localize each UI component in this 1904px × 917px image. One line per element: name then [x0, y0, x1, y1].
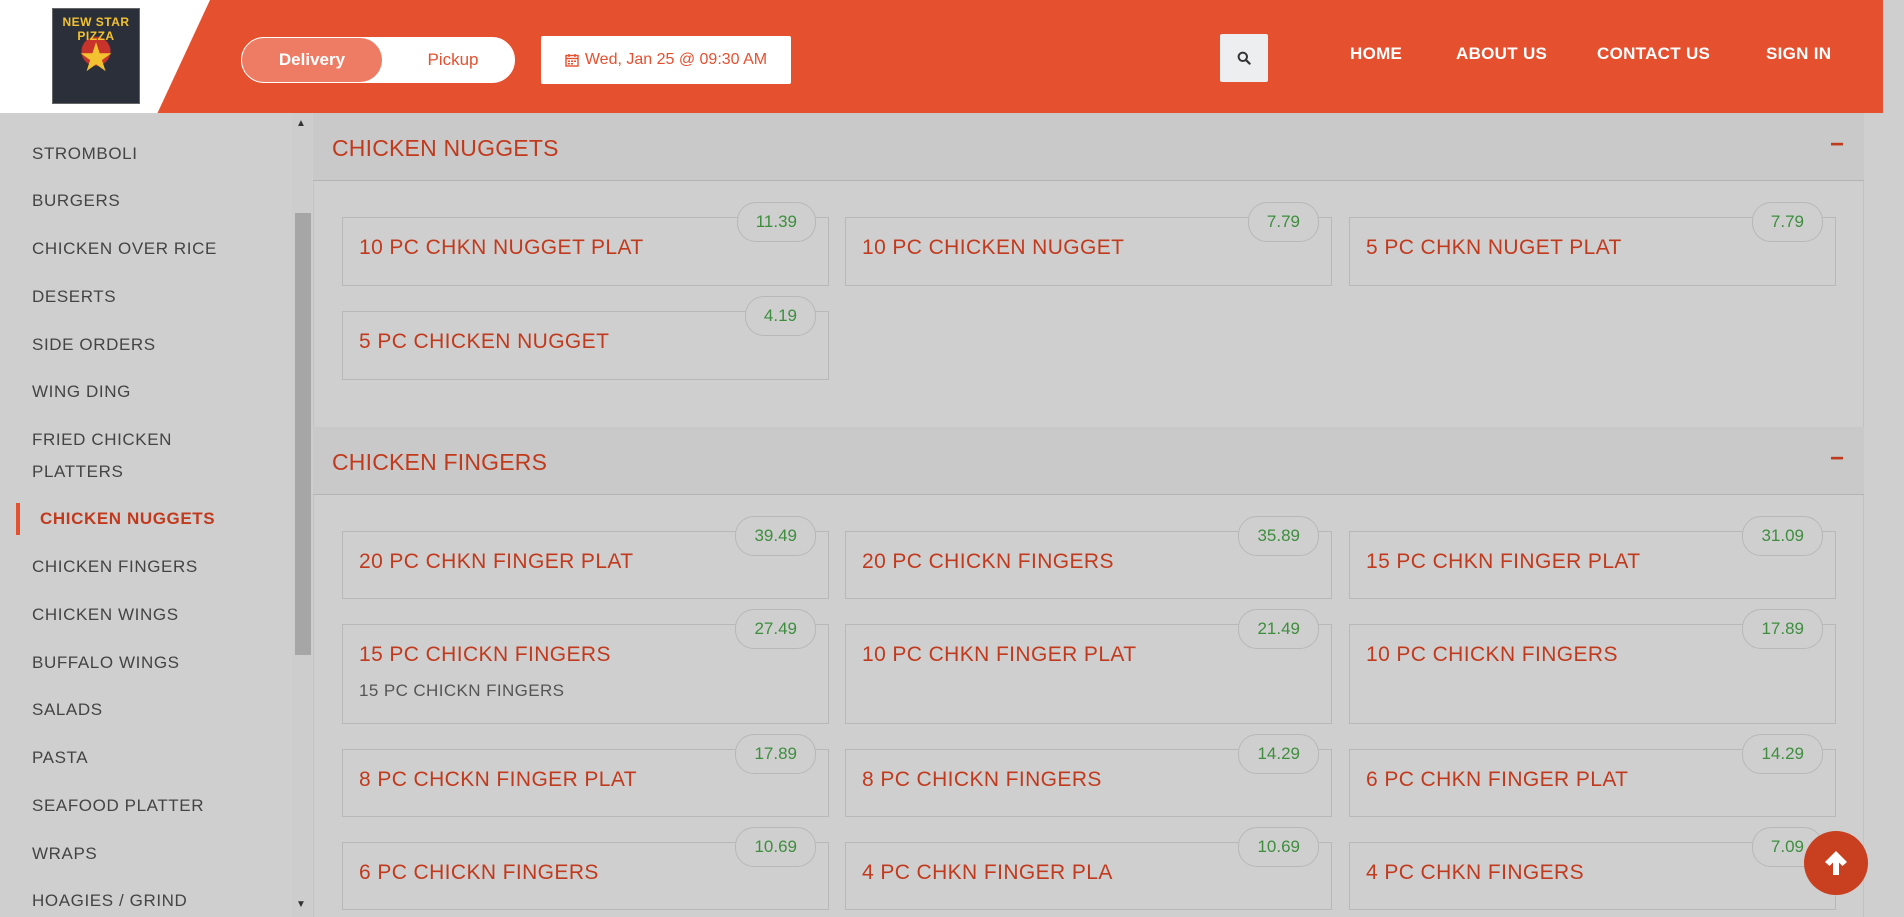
- menu-item-card[interactable]: 8 PC CHICKN FINGERS 14.29: [845, 734, 1332, 817]
- item-name: 8 PC CHCKN FINGER PLAT: [359, 768, 637, 791]
- item-name: 5 PC CHICKEN NUGGET: [359, 330, 610, 353]
- price-badge: 10.69: [1238, 827, 1319, 867]
- price-badge: 4.19: [744, 296, 816, 336]
- price-badge: 17.89: [735, 734, 816, 774]
- item-name: 10 PC CHKN NUGGET PLAT: [359, 236, 644, 259]
- item-name: 15 PC CHICKN FINGERS: [359, 643, 611, 666]
- category-sidebar: STROMBOLI BURGERS CHICKEN OVER RICE DESE…: [0, 113, 292, 917]
- section-body-chicken-fingers: 20 PC CHKN FINGER PLAT 39.49 20 PC CHICK…: [313, 495, 1864, 917]
- price-badge: 14.29: [1238, 734, 1319, 774]
- sidebar-item-buffalo-wings[interactable]: BUFFALO WINGS: [32, 647, 180, 679]
- price-badge: 39.49: [735, 516, 816, 556]
- sidebar-item-wraps[interactable]: WRAPS: [32, 838, 97, 870]
- delivery-option[interactable]: Delivery: [242, 38, 382, 82]
- logo[interactable]: NEW STAR PIZZA ★: [52, 8, 140, 104]
- sidebar-item-burgers[interactable]: BURGERS: [32, 185, 120, 217]
- item-name: 4 PC CHKN FINGER PLA: [862, 861, 1113, 884]
- item-description: 15 PC CHICKN FINGERS: [359, 681, 565, 700]
- pickup-option[interactable]: Pickup: [391, 38, 515, 82]
- sidebar-item-wing-ding[interactable]: WING DING: [32, 376, 131, 408]
- arrow-up-icon: [1825, 851, 1847, 875]
- price-badge: 17.89: [1742, 609, 1823, 649]
- nav-sign-in[interactable]: SIGN IN: [1766, 44, 1831, 64]
- item-name: 20 PC CHKN FINGER PLAT: [359, 550, 634, 573]
- menu-item-card[interactable]: 4 PC CHKN FINGER PLA 10.69: [845, 827, 1332, 910]
- top-header: NEW STAR PIZZA ★ Delivery Pickup Wed, Ja…: [0, 0, 1883, 113]
- order-mode-toggle[interactable]: Delivery Pickup: [240, 36, 516, 84]
- minus-icon[interactable]: −: [1830, 445, 1844, 473]
- order-datetime-button[interactable]: Wed, Jan 25 @ 09:30 AM: [541, 36, 791, 84]
- price-badge: 31.09: [1742, 516, 1823, 556]
- item-name: 10 PC CHICKEN NUGGET: [862, 236, 1125, 259]
- sidebar-item-chicken-fingers[interactable]: CHICKEN FINGERS: [32, 551, 198, 583]
- price-badge: 11.39: [736, 202, 816, 242]
- menu-item-card[interactable]: 8 PC CHCKN FINGER PLAT 17.89: [342, 734, 829, 817]
- datetime-label: Wed, Jan 25 @ 09:30 AM: [584, 51, 768, 68]
- menu-item-card[interactable]: 4 PC CHKN FINGERS 7.09: [1349, 827, 1836, 910]
- menu-item-card[interactable]: 20 PC CHICKN FINGERS 35.89: [845, 516, 1332, 599]
- sidebar-item-deserts[interactable]: DESERTS: [32, 281, 116, 313]
- menu-item-card[interactable]: 6 PC CHKN FINGER PLAT 14.29: [1349, 734, 1836, 817]
- item-name: 20 PC CHICKN FINGERS: [862, 550, 1114, 573]
- nav-home[interactable]: HOME: [1350, 44, 1402, 64]
- item-name: 15 PC CHKN FINGER PLAT: [1366, 550, 1641, 573]
- menu-item-card[interactable]: 5 PC CHICKEN NUGGET 4.19: [342, 296, 829, 380]
- item-name: 10 PC CHICKN FINGERS: [1366, 643, 1618, 666]
- menu-item-card[interactable]: 10 PC CHKN NUGGET PLAT 11.39: [342, 202, 829, 286]
- item-name: 6 PC CHICKN FINGERS: [359, 861, 599, 884]
- scroll-to-top-button[interactable]: [1804, 831, 1868, 895]
- price-badge: 21.49: [1238, 609, 1319, 649]
- price-badge: 27.49: [735, 609, 816, 649]
- sidebar-item-side-orders[interactable]: SIDE ORDERS: [32, 329, 156, 361]
- price-badge: 7.79: [1751, 202, 1823, 242]
- nav-about-us[interactable]: ABOUT US: [1456, 44, 1547, 64]
- item-name: 4 PC CHKN FINGERS: [1366, 861, 1584, 884]
- price-badge: 10.69: [735, 827, 816, 867]
- nav-contact-us[interactable]: CONTACT US: [1597, 44, 1710, 64]
- sidebar-item-salads[interactable]: SALADS: [32, 694, 103, 726]
- sidebar-item-chicken-wings[interactable]: CHICKEN WINGS: [32, 599, 179, 631]
- item-name: 6 PC CHKN FINGER PLAT: [1366, 768, 1629, 791]
- menu-item-card[interactable]: 20 PC CHKN FINGER PLAT 39.49: [342, 516, 829, 599]
- menu-item-card[interactable]: 6 PC CHICKN FINGERS 10.69: [342, 827, 829, 910]
- menu-item-card[interactable]: 15 PC CHKN FINGER PLAT 31.09: [1349, 516, 1836, 599]
- menu-content: CHICKEN NUGGETS − 10 PC CHKN NUGGET PLAT…: [313, 113, 1864, 917]
- menu-item-card[interactable]: 15 PC CHICKN FINGERS 15 PC CHICKN FINGER…: [342, 609, 829, 724]
- sidebar-item-chicken-over-rice[interactable]: CHICKEN OVER RICE: [32, 233, 217, 265]
- sidebar-scrollbar-thumb[interactable]: [295, 213, 311, 655]
- section-header-chicken-nuggets[interactable]: CHICKEN NUGGETS −: [313, 113, 1864, 181]
- price-badge: 35.89: [1238, 516, 1319, 556]
- sidebar-item-chicken-nuggets[interactable]: CHICKEN NUGGETS: [16, 503, 215, 535]
- price-badge: 14.29: [1742, 734, 1823, 774]
- scroll-down-arrow-icon[interactable]: ▼: [296, 899, 306, 910]
- sidebar-item-fried-chicken-platters[interactable]: FRIED CHICKEN: [32, 424, 172, 456]
- sidebar-item-pasta[interactable]: PASTA: [32, 742, 88, 774]
- scroll-up-arrow-icon[interactable]: ▲: [296, 118, 306, 129]
- sidebar-item-hoagies-grind[interactable]: HOAGIES / GRIND: [32, 885, 187, 917]
- search-icon: [1237, 51, 1251, 65]
- item-name: 5 PC CHKN NUGET PLAT: [1366, 236, 1622, 259]
- menu-item-card[interactable]: 10 PC CHKN FINGER PLAT 21.49: [845, 609, 1332, 724]
- section-header-chicken-fingers[interactable]: CHICKEN FINGERS −: [313, 427, 1864, 495]
- search-button[interactable]: [1220, 34, 1268, 82]
- item-name: 8 PC CHICKN FINGERS: [862, 768, 1102, 791]
- menu-item-card[interactable]: 10 PC CHICKEN NUGGET 7.79: [845, 202, 1332, 286]
- menu-item-card[interactable]: 5 PC CHKN NUGET PLAT 7.79: [1349, 202, 1836, 286]
- section-body-chicken-nuggets: 10 PC CHKN NUGGET PLAT 11.39 10 PC CHICK…: [313, 181, 1864, 427]
- price-badge: 7.79: [1247, 202, 1319, 242]
- sidebar-item-stromboli[interactable]: STROMBOLI: [32, 138, 138, 170]
- menu-item-card[interactable]: 10 PC CHICKN FINGERS 17.89: [1349, 609, 1836, 724]
- section-title: CHICKEN NUGGETS: [332, 135, 559, 161]
- item-name: 10 PC CHKN FINGER PLAT: [862, 643, 1137, 666]
- minus-icon[interactable]: −: [1830, 131, 1844, 159]
- section-title: CHICKEN FINGERS: [332, 449, 548, 475]
- sidebar-item-seafood-platter[interactable]: SEAFOOD PLATTER: [32, 790, 204, 822]
- logo-text: NEW STAR PIZZA: [62, 15, 130, 43]
- calendar-icon: [565, 54, 579, 67]
- sidebar-item-fried-chicken-platters-line2[interactable]: PLATTERS: [32, 456, 123, 488]
